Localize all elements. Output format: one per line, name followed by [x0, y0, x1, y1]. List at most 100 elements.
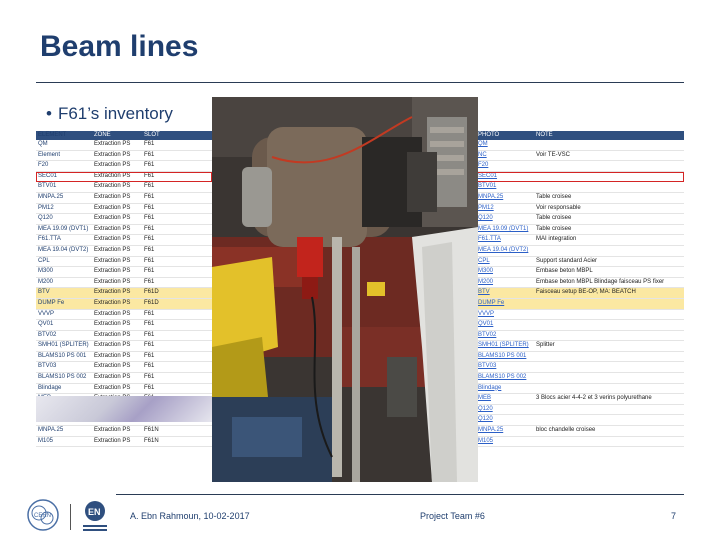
- bullet-item: • F61’s inventory: [46, 104, 173, 124]
- left-sheet-cell: Extraction PS: [94, 215, 131, 222]
- right-sheet-cell: Support standard Acier: [536, 257, 598, 264]
- left-sheet-cell: M105: [38, 437, 54, 444]
- right-sheet-cell: Splitter: [536, 342, 555, 349]
- left-sheet-cell: MNPA.25: [38, 193, 64, 200]
- left-sheet-cell: Element: [38, 151, 61, 158]
- right-sheet-cell: M200: [478, 278, 494, 285]
- right-sheet-cell: F61.TTA: [478, 236, 501, 243]
- right-sheet-row: M200 Embase beton MBPL Blindage faisceau …: [476, 278, 684, 289]
- right-sheet-cell: Blindage: [478, 384, 502, 391]
- left-sheet-cell: SEC01: [38, 172, 58, 179]
- right-sheet-cell: MAI integration: [536, 236, 577, 243]
- left-sheet-row: CPL Extraction PS F61: [36, 257, 212, 268]
- left-sheet-cell: VVVP: [38, 310, 55, 317]
- left-sheet-cell: F61D: [144, 289, 159, 296]
- right-sheet-cell: BTV02: [478, 331, 497, 338]
- right-sheet-cell: MNPA.25: [478, 193, 504, 200]
- right-sheet-row: MNPA.25 bloc chandelle croisee: [476, 426, 684, 437]
- left-sheet-cell: Extraction PS: [94, 384, 131, 391]
- left-sheet-cell: F61: [144, 310, 155, 317]
- left-sheet-cell: F61: [144, 225, 155, 232]
- left-sheet-cell: F61: [144, 363, 155, 370]
- left-sheet-cell: Extraction PS: [94, 352, 131, 359]
- svg-text:EN: EN: [88, 507, 101, 517]
- left-sheet-row: BLAMS10 PS 002 Extraction PS F61: [36, 373, 212, 384]
- svg-text:CERN: CERN: [34, 513, 51, 519]
- left-sheet-row: BTV02 Extraction PS F61: [36, 331, 212, 342]
- right-sheet-cell: Q120: [478, 405, 493, 412]
- left-sheet-cell: F61: [144, 268, 155, 275]
- left-sheet-cell: MNPA.25: [38, 427, 64, 434]
- left-sheet-cell: Extraction PS: [94, 172, 131, 179]
- left-sheet-cell: Extraction PS: [94, 246, 131, 253]
- right-sheet-row: VVVP: [476, 310, 684, 321]
- right-sheet-header-cell: PHOTO: [478, 132, 500, 138]
- right-sheet-row: NC Voir TE-VSC: [476, 151, 684, 162]
- left-sheet-row: M300 Extraction PS F61: [36, 267, 212, 278]
- right-sheet-cell: Q120: [478, 416, 493, 423]
- right-sheet-cell: Voir responsable: [536, 204, 581, 211]
- right-sheet-cell: M105: [478, 437, 494, 444]
- left-sheet-cell: F61: [144, 204, 155, 211]
- left-sheet-cell: F61: [144, 215, 155, 222]
- cern-logo-icon: CERN: [27, 499, 59, 531]
- right-sheet-cell: QV01: [478, 321, 494, 328]
- right-sheet-row: BTV03: [476, 362, 684, 374]
- left-sheet-row: M200 Extraction PS F61: [36, 278, 212, 289]
- right-sheet-cell: Embase beton MBPL Blindage faisceau PS f…: [536, 278, 665, 285]
- left-sheet-header: ELEMENT ZONE SLOT: [36, 131, 212, 140]
- left-sheet-cell: F61: [144, 384, 155, 391]
- left-sheet-cell: F61: [144, 257, 155, 264]
- footer-author: A. Ebn Rahmoun, 10-02-2017: [130, 511, 250, 521]
- left-sheet-cell: Extraction PS: [94, 310, 131, 317]
- right-sheet-cell: SMH01 (SPLITER): [478, 342, 529, 349]
- right-sheet-cell: MEA 19.09 (DVT1): [478, 225, 529, 232]
- right-sheet-row: BTV Faisceau setup BE-OP, MA: BEATCH: [476, 288, 684, 299]
- right-sheet-row: BTV02: [476, 331, 684, 342]
- left-sheet-cell: Extraction PS: [94, 331, 131, 338]
- left-sheet-cell: F61: [144, 374, 155, 381]
- right-sheet-cell: 3 Blocs acier 4-4-2 et 3 verins polyuret…: [536, 395, 652, 402]
- right-sheet-cell: Q120: [478, 215, 493, 222]
- left-sheet-cell: F61N: [144, 437, 159, 444]
- left-sheet-cell: Extraction PS: [94, 342, 131, 349]
- right-sheet-cell: BLAMS10 PS 001: [478, 352, 527, 359]
- footer-divider: [116, 494, 684, 495]
- left-sheet-cell: F61: [144, 321, 155, 328]
- left-sheet-cell: F61: [144, 246, 155, 253]
- right-sheet-cell: BTV01: [478, 183, 497, 190]
- right-sheet-cell: Table croisee: [536, 193, 572, 200]
- right-sheet-row: SMH01 (SPLITER) Splitter: [476, 341, 684, 352]
- right-sheet-row: PM12 Voir responsable: [476, 204, 684, 215]
- left-sheet-row: DUMP Fe Extraction PS F61D: [36, 298, 212, 310]
- right-sheet-row: MEA 19.04 (DVT2): [476, 246, 684, 257]
- right-sheet-cell: VVVP: [478, 310, 495, 317]
- left-sheet-cell: MEA 19.09 (DVT1): [38, 225, 89, 232]
- left-sheet-cell: Extraction PS: [94, 236, 131, 243]
- right-sheet-row: QV01: [476, 320, 684, 331]
- left-sheet-cell: F61: [144, 151, 155, 158]
- left-sheet-row: BTV01 Extraction PS F61: [36, 182, 212, 193]
- left-sheet-cell: Extraction PS: [94, 268, 131, 275]
- left-sheet-cell: M200: [38, 278, 54, 285]
- right-sheet-header: PHOTO NOTE: [476, 131, 684, 140]
- right-sheet-cell: Voir TE-VSC: [536, 151, 570, 158]
- left-sheet-cell: F61: [144, 162, 155, 169]
- beamline-equipment-photo: [212, 97, 478, 482]
- right-sheet-cell: NC: [478, 151, 487, 158]
- left-sheet-cell: Extraction PS: [94, 193, 131, 200]
- title-divider: [36, 82, 684, 83]
- left-sheet-row: Q120 Extraction PS F61: [36, 214, 212, 225]
- bullet-text: F61’s inventory: [57, 104, 173, 123]
- left-sheet-cell: F61: [144, 236, 155, 243]
- right-sheet-cell: MEA 19.04 (DVT2): [478, 246, 529, 253]
- left-sheet-cell: F61: [144, 352, 155, 359]
- left-sheet-cell: F61.TTA: [38, 236, 61, 243]
- en-department-logo-icon: EN: [83, 501, 107, 531]
- left-sheet-cell: F61: [144, 183, 155, 190]
- right-sheet-cell: DUMP Fe: [478, 299, 505, 306]
- left-sheet-row: Element Extraction PS F61: [36, 151, 212, 162]
- left-sheet-cell: F61: [144, 342, 155, 349]
- left-sheet-cell: CPL: [38, 257, 50, 264]
- right-sheet-row: QM: [476, 140, 684, 151]
